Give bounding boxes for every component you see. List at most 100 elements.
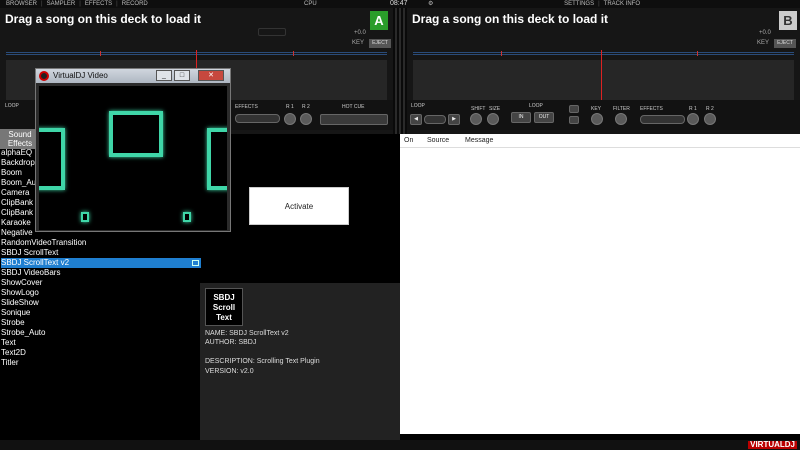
deck-separator (393, 8, 407, 134)
key-knob[interactable] (591, 113, 603, 125)
effect-description: DESCRIPTION: Scrolling Text Plugin (205, 358, 320, 365)
effect-list-item-label: Titler (1, 358, 19, 367)
effect-list-item-label: Karaoke (1, 218, 31, 227)
effect-list-item-label: SBDJ ScrollText v2 (1, 258, 70, 267)
effect-list-item[interactable]: Text2D (1, 348, 201, 358)
col-on[interactable]: On (404, 137, 413, 144)
effect-list-item-label: ClipBank (1, 198, 34, 207)
cpu-label: CPU (304, 1, 317, 7)
top-right-menu: SETTINGS TRACK INFO (564, 0, 640, 8)
deck-a-key-label: KEY (352, 40, 365, 46)
loop-in-button[interactable]: IN (511, 112, 531, 123)
deck-b-controls: LOOP ◀ ▶ SHIFT SIZE LOOP IN OUT KEY FILT… (407, 100, 800, 130)
effect-list-item-label: Strobe_Auto (1, 328, 46, 337)
loop-out-button[interactable]: OUT (534, 112, 554, 123)
deck-a-marker (100, 51, 101, 56)
effect-list-item-label: SBDJ VideoBars (1, 268, 61, 277)
deck-b-playhead (601, 50, 602, 106)
menu-settings[interactable]: SETTINGS (564, 0, 600, 8)
deck-a-eject-button[interactable]: EJECT (369, 39, 391, 48)
effect-knob-2[interactable] (300, 113, 312, 125)
knob-r2-label: R 2 (302, 104, 310, 110)
effect-list-item-label: ShowCover (1, 278, 43, 287)
deck-b-overview-waveform[interactable] (413, 52, 794, 55)
col-message[interactable]: Message (465, 137, 493, 144)
loop-length-dropdown[interactable] (424, 115, 446, 124)
effect-list-item[interactable]: SlideShow (1, 298, 201, 308)
menu-effects[interactable]: EFFECTS (85, 0, 118, 8)
deck-b-waveform[interactable] (413, 60, 794, 102)
effect-list-item[interactable]: Strobe (1, 318, 201, 328)
activate-button[interactable]: Activate (249, 187, 349, 225)
effect-list-item-label: Strobe (1, 318, 25, 327)
effect-list-item-label: ShowLogo (1, 288, 39, 297)
shift-knob[interactable] (470, 113, 482, 125)
effect-list-item-label: Text2D (1, 348, 26, 357)
thumb-line2: Scroll (212, 303, 236, 312)
deck-b-key-label: KEY (757, 40, 770, 46)
size-knob[interactable] (487, 113, 499, 125)
close-button[interactable]: ✕ (198, 70, 224, 81)
effect-list-item[interactable]: RandomVideoTransition (1, 238, 201, 248)
thumb-line1: SBDJ (213, 293, 235, 302)
effect-knob-1[interactable] (687, 113, 699, 125)
menu-record[interactable]: RECORD (122, 0, 152, 8)
virtualdj-app-icon (39, 71, 49, 81)
effect-knob-2[interactable] (704, 113, 716, 125)
effect-info-panel: SBDJ Scroll Text NAME: SBDJ ScrollText v… (200, 283, 400, 440)
gear-icon[interactable]: ⚙ (428, 0, 433, 8)
menu-track-info[interactable]: TRACK INFO (604, 0, 640, 8)
filter-knob[interactable] (615, 113, 627, 125)
video-shape (183, 212, 191, 222)
log-header: On Source Message (400, 134, 800, 148)
effect-list-item[interactable]: Text (1, 338, 201, 348)
sound-effects-line2: Effects (7, 139, 33, 148)
loop-prev-button[interactable]: ◀ (410, 114, 422, 125)
effect-list-item[interactable]: Sonique (1, 308, 201, 318)
effect-list-item[interactable]: Titler (1, 358, 201, 368)
top-menu: BROWSER SAMPLER EFFECTS RECORD (6, 0, 152, 8)
deck-a-slot (258, 28, 286, 36)
effect-list-item[interactable]: Strobe_Auto (1, 328, 201, 338)
effect-list-item[interactable]: ShowLogo (1, 288, 201, 298)
shift-label: SHIFT (471, 106, 486, 112)
effect-author: AUTHOR: SBDJ (205, 339, 257, 346)
deck-a-title: Drag a song on this deck to load it (5, 12, 202, 26)
filter-label: FILTER (613, 106, 630, 112)
hot-cue-buttons[interactable] (320, 114, 388, 125)
effect-list-item[interactable]: SBDJ VideoBars (1, 268, 201, 278)
deck-a-marker (293, 51, 294, 56)
effects-dropdown[interactable] (235, 114, 280, 123)
log-panel[interactable]: On Source Message (400, 134, 800, 434)
loop-next-button[interactable]: ▶ (448, 114, 460, 125)
effect-list-item[interactable]: SBDJ ScrollText (1, 248, 201, 258)
sound-effects-button[interactable]: Sound Effects (0, 129, 40, 149)
minimize-button[interactable]: _ (156, 70, 172, 81)
reverse-button[interactable] (569, 116, 579, 124)
deck-b-marker (501, 51, 502, 56)
effect-name: NAME: SBDJ ScrollText v2 (205, 330, 289, 337)
maximize-button[interactable]: □ (174, 70, 190, 81)
effect-knob-1[interactable] (284, 113, 296, 125)
deck-b-eject-button[interactable]: EJECT (774, 39, 796, 48)
effect-list-item-label: alphaEQ (1, 148, 33, 157)
effect-list-item[interactable]: ShowCover (1, 278, 201, 288)
sync-button[interactable] (569, 105, 579, 113)
hot-cue-label: HOT CUE (342, 104, 365, 110)
col-source[interactable]: Source (427, 137, 449, 144)
deck-b-pitch: +0.0 (759, 30, 771, 36)
effect-list-item-label: Boom (1, 168, 22, 177)
deck-a-letter: A (370, 11, 388, 30)
video-shape (39, 128, 65, 190)
effect-list-item-label: Negative (1, 228, 33, 237)
video-window-titlebar[interactable]: VirtualDJ Video _ □ ✕ (36, 69, 230, 83)
sound-effects-line1: Sound (8, 130, 32, 139)
menu-sampler[interactable]: SAMPLER (47, 0, 81, 8)
menu-browser[interactable]: BROWSER (6, 0, 43, 8)
loop-label-2: LOOP (529, 103, 543, 109)
video-window[interactable]: VirtualDJ Video _ □ ✕ (35, 68, 231, 232)
effects-dropdown[interactable] (640, 115, 685, 124)
config-icon[interactable] (192, 260, 199, 266)
effect-list-item[interactable]: SBDJ ScrollText v2 (1, 258, 201, 268)
loop-label: LOOP (5, 103, 19, 109)
